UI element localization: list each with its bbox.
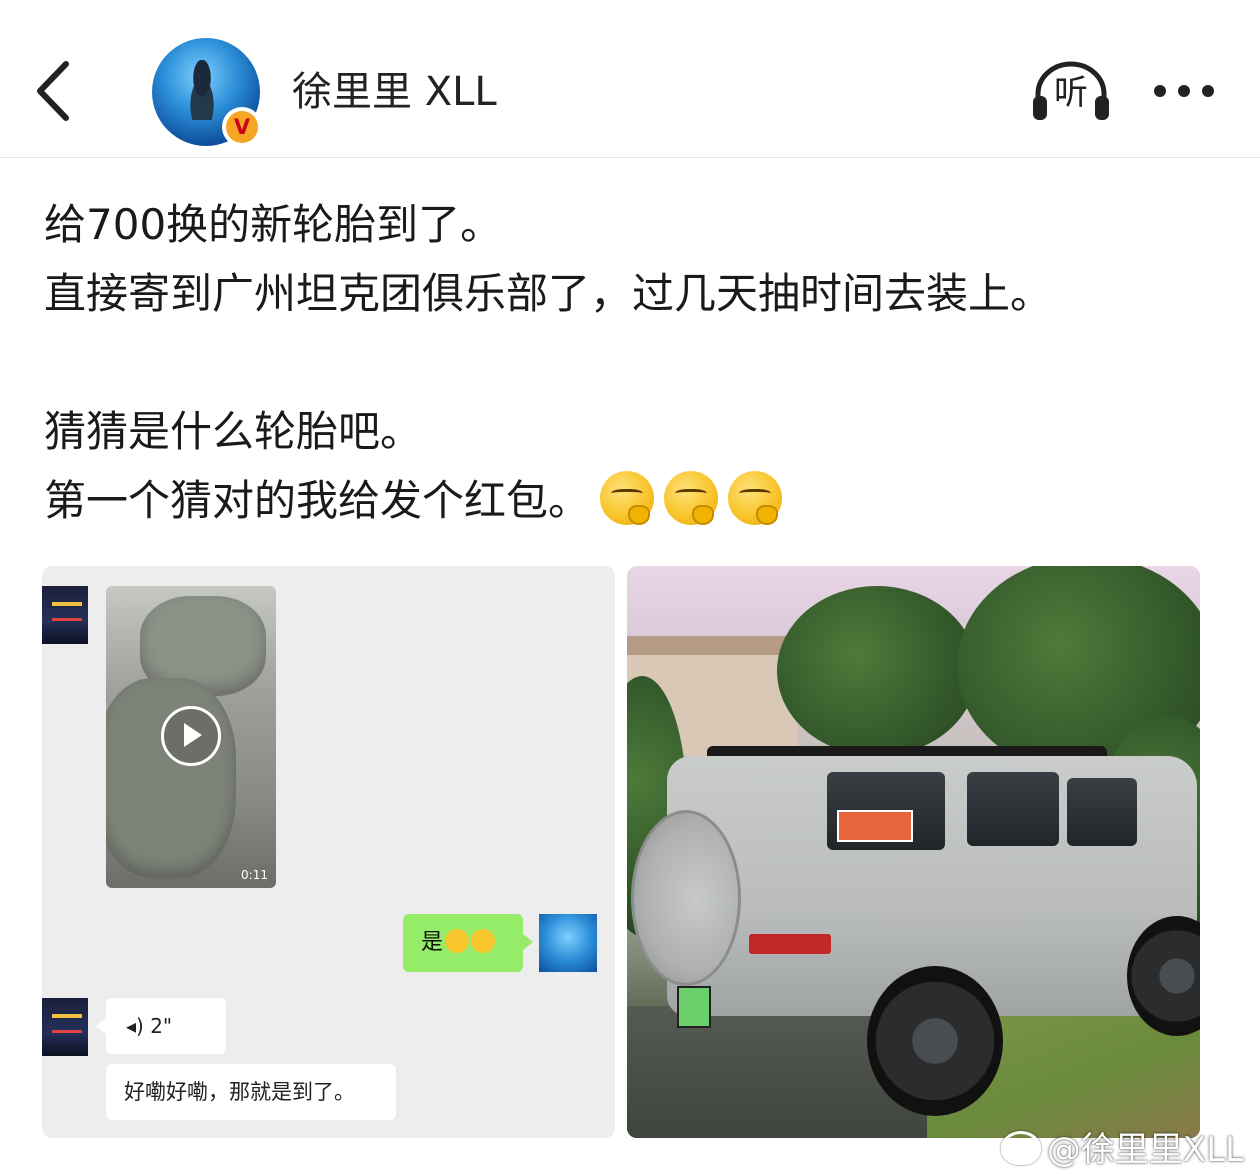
avatar-diver-image	[182, 60, 222, 120]
weibo-watermark: @徐里里XLL	[1000, 1122, 1244, 1171]
back-button[interactable]	[28, 58, 80, 124]
post-line: 给700换的新轮胎到了。	[44, 200, 503, 249]
voice-duration: 2"	[150, 1014, 173, 1038]
watermark-text: @徐里里XLL	[1046, 1130, 1244, 1170]
more-dots-icon	[1154, 85, 1166, 97]
top-bar: V 徐里里 XLL 听	[0, 0, 1260, 158]
chat-avatar-other	[42, 998, 88, 1056]
post-image-car-photo[interactable]	[627, 566, 1200, 1138]
chat-bubble-self: 是	[403, 914, 533, 972]
chat-avatar-other	[42, 586, 88, 644]
chat-video-thumbnail: 0:11	[106, 586, 276, 888]
tire-package-image	[106, 678, 236, 878]
post-text: 给700换的新轮胎到了。 直接寄到广州坦克团俱乐部了，过几天抽时间去装上。 猜猜…	[44, 190, 1224, 535]
laughing-emoji-icon	[471, 929, 496, 953]
post-image-chat-screenshot[interactable]: 0:11 是 ◂) 2" 好嘞好嘞，那就是到了。	[42, 566, 615, 1138]
username[interactable]: 徐里里 XLL	[292, 66, 497, 118]
laughing-emoji-icon	[445, 929, 470, 953]
tail-light	[749, 934, 831, 954]
listen-button[interactable]: 听	[1030, 58, 1112, 124]
post-line: 直接寄到广州坦克团俱乐部了，过几天抽时间去装上。	[44, 269, 1053, 318]
car-window	[1067, 778, 1137, 846]
license-plate	[677, 986, 711, 1028]
car-window	[967, 772, 1059, 846]
verified-v-badge-icon: V	[222, 107, 262, 147]
more-dots-icon	[1178, 85, 1190, 97]
post-line: 猜猜是什么轮胎吧。	[44, 407, 423, 456]
play-icon[interactable]	[161, 706, 221, 766]
thinking-face-emoji-icon	[664, 471, 719, 525]
post-line-text: 第一个猜对的我给发个红包。	[44, 476, 591, 525]
spare-wheel-cover	[631, 810, 741, 986]
window-sticker	[837, 810, 913, 842]
chat-avatar-self	[539, 914, 597, 972]
post-line-blank	[44, 328, 1224, 397]
chat-voice-message: ◂) 2"	[96, 998, 226, 1054]
more-button[interactable]	[1148, 72, 1224, 110]
video-duration: 0:11	[241, 868, 268, 882]
thinking-face-emoji-icon	[600, 471, 655, 525]
weibo-logo-icon	[1000, 1131, 1041, 1165]
more-dots-icon	[1202, 85, 1214, 97]
listen-label: 听	[1054, 73, 1088, 113]
chat-bubble-other: 好嘞好嘞，那就是到了。	[106, 1064, 396, 1120]
thinking-face-emoji-icon	[728, 471, 783, 525]
background-tree	[777, 586, 977, 756]
voice-wave-icon: ◂)	[126, 1014, 144, 1038]
post-line-with-emojis: 第一个猜对的我给发个红包。	[44, 466, 1224, 535]
rear-wheel	[867, 966, 1003, 1116]
chat-message-text: 是	[421, 930, 444, 955]
back-chevron-icon	[37, 61, 69, 121]
